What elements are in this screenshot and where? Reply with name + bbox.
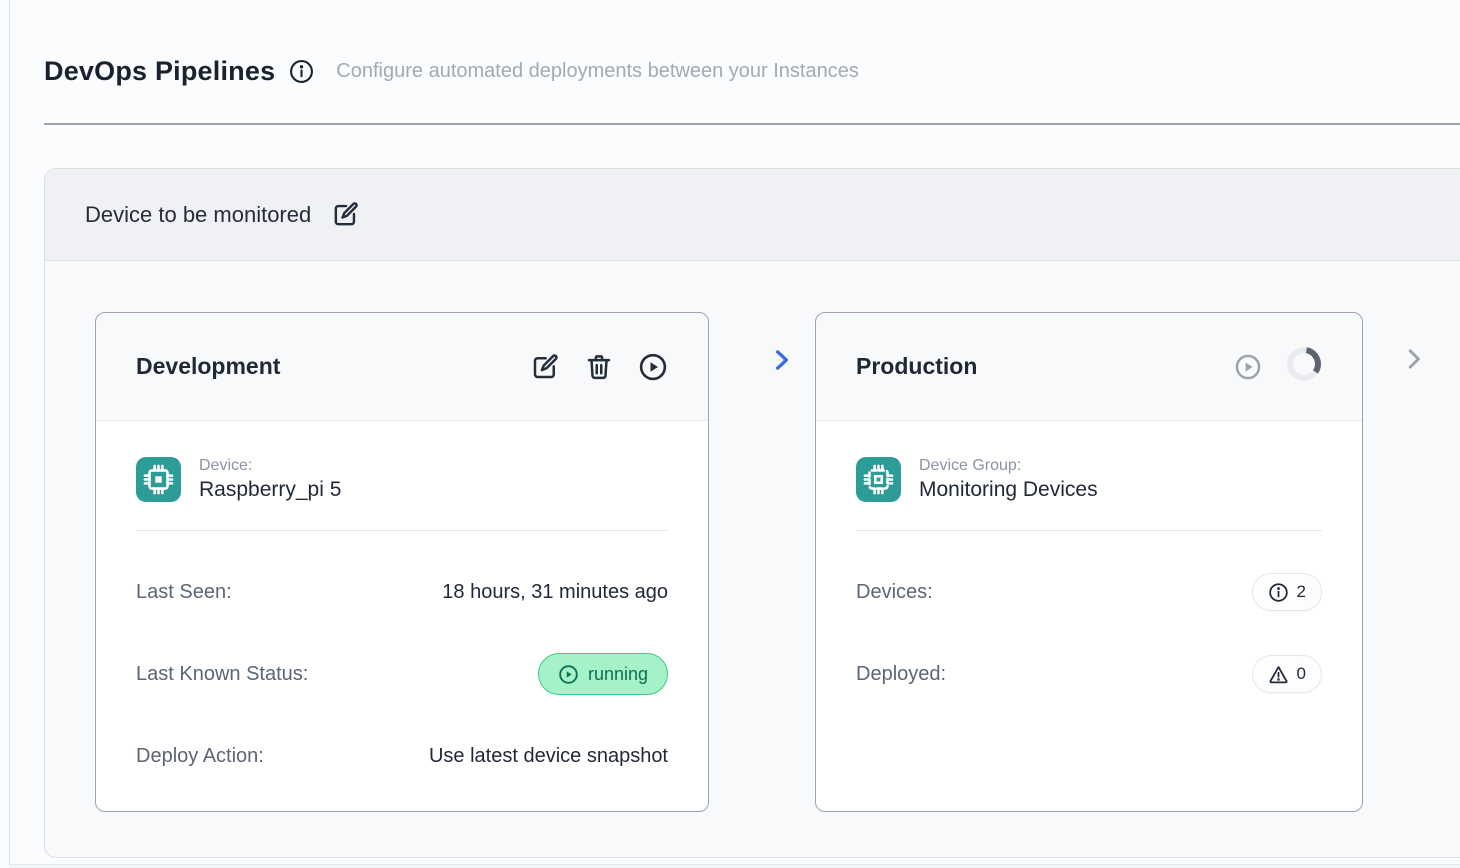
development-card-body: Device: Raspberry_pi 5 Last Seen: 18 hou… <box>96 421 708 777</box>
header-divider <box>44 123 1460 125</box>
card-divider <box>136 530 668 531</box>
development-card: Development <box>95 312 709 812</box>
run-pipeline-disabled-icon <box>1234 353 1262 381</box>
devops-pipelines-screen: DevOps Pipelines Configure automated dep… <box>0 0 1460 868</box>
devices-label: Devices: <box>856 581 933 604</box>
production-card-body: Device Group: Monitoring Devices Devices… <box>816 421 1362 695</box>
deployed-count-pill[interactable]: 0 <box>1252 655 1322 693</box>
development-title: Development <box>136 353 530 380</box>
pipeline-panel: Device to be monitored Development <box>44 168 1460 858</box>
run-pipeline-icon[interactable] <box>638 352 668 382</box>
pipeline-panel-header: Device to be monitored <box>45 169 1460 261</box>
chip-icon <box>136 457 181 502</box>
content-left-divider <box>9 0 10 868</box>
page-header: DevOps Pipelines Configure automated dep… <box>44 56 1460 87</box>
development-card-header: Development <box>96 313 708 421</box>
production-title: Production <box>856 353 1234 380</box>
devices-count: 2 <box>1297 582 1306 602</box>
info-circle-icon <box>1268 582 1289 603</box>
edit-pipeline-icon[interactable] <box>331 200 360 229</box>
edit-icon[interactable] <box>530 352 560 382</box>
page-title: DevOps Pipelines <box>44 56 275 87</box>
next-section-top-edge <box>9 864 1460 868</box>
device-name: Raspberry_pi 5 <box>199 478 341 502</box>
device-group-info: Device Group: Monitoring Devices <box>919 457 1098 502</box>
device-group-label: Device Group: <box>919 457 1098 475</box>
play-circle-icon <box>558 664 579 685</box>
deploy-action-label: Deploy Action: <box>136 745 264 768</box>
last-seen-row: Last Seen: 18 hours, 31 minutes ago <box>136 571 668 613</box>
production-actions <box>1234 346 1322 387</box>
devices-row: Devices: 2 <box>856 571 1322 613</box>
delete-icon[interactable] <box>584 352 614 382</box>
pipeline-connector-chevron-icon <box>767 345 797 375</box>
last-seen-value: 18 hours, 31 minutes ago <box>442 581 668 604</box>
status-row: Last Known Status: running <box>136 653 668 695</box>
page-subtitle: Configure automated deployments between … <box>336 60 859 83</box>
device-group-name: Monitoring Devices <box>919 478 1098 502</box>
deployed-count: 0 <box>1297 664 1306 684</box>
status-text: running <box>588 664 648 685</box>
deployed-row: Deployed: 0 <box>856 653 1322 695</box>
deployed-label: Deployed: <box>856 663 946 686</box>
status-badge: running <box>538 653 668 695</box>
status-label: Last Known Status: <box>136 663 308 686</box>
device-group-row: Device Group: Monitoring Devices <box>856 457 1322 502</box>
device-info: Device: Raspberry_pi 5 <box>199 457 341 502</box>
production-card-header: Production <box>816 313 1362 421</box>
device-row: Device: Raspberry_pi 5 <box>136 457 668 502</box>
chip-group-icon <box>856 457 901 502</box>
scroll-next-chevron-icon[interactable] <box>1399 344 1429 374</box>
warning-triangle-icon <box>1268 664 1289 685</box>
deploy-action-row: Deploy Action: Use latest device snapsho… <box>136 735 668 777</box>
deploy-action-value: Use latest device snapshot <box>429 745 668 768</box>
device-label: Device: <box>199 457 341 475</box>
last-seen-label: Last Seen: <box>136 581 232 604</box>
info-icon[interactable] <box>289 59 314 84</box>
card-divider <box>856 530 1322 531</box>
devices-count-pill[interactable]: 2 <box>1252 573 1322 611</box>
pipeline-name: Device to be monitored <box>85 202 311 228</box>
loading-spinner-icon <box>1286 346 1322 387</box>
production-card: Production <box>815 312 1363 812</box>
development-actions <box>530 352 668 382</box>
